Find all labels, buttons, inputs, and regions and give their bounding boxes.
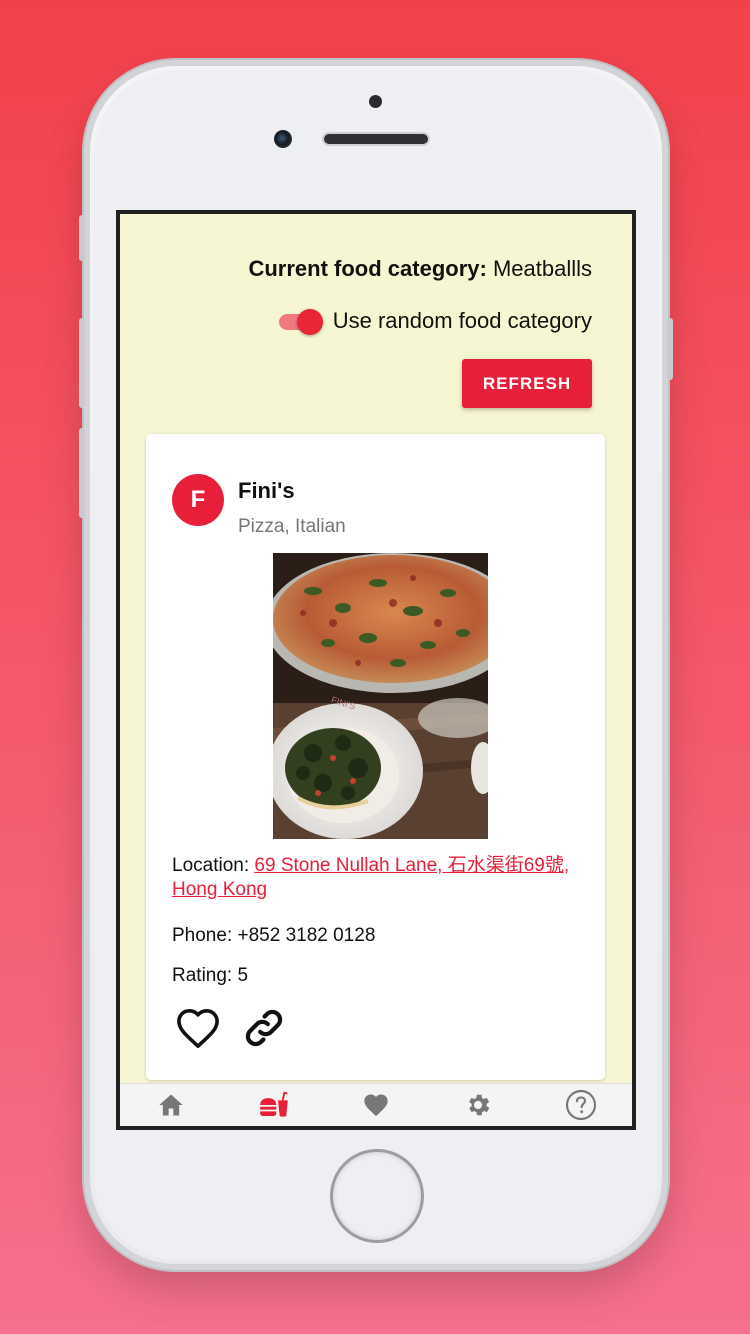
volume-down-button <box>79 428 85 518</box>
power-button <box>667 318 673 380</box>
restaurant-card: F Fini's Pizza, Italian FINI'S Location:… <box>146 434 605 1080</box>
random-category-row: Use random food category <box>278 308 592 335</box>
phone-line: Phone: +852 3182 0128 <box>172 925 376 946</box>
category-value: Meatballls <box>492 256 592 281</box>
refresh-button[interactable]: REFRESH <box>462 359 592 408</box>
front-camera <box>274 130 292 148</box>
website-link-button[interactable] <box>240 1004 288 1052</box>
location-label: Location: <box>172 855 250 876</box>
random-category-label: Use random food category <box>332 308 592 333</box>
help-icon <box>565 1089 596 1121</box>
restaurant-photo: FINI'S <box>273 553 488 839</box>
rating-line: Rating: 5 <box>172 965 249 986</box>
food-photo-image: FINI'S <box>273 553 488 839</box>
app-view: Current food category: Meatballls Use ra… <box>120 214 632 1126</box>
link-icon <box>245 1009 283 1047</box>
heart-icon <box>364 1094 388 1117</box>
nav-home[interactable] <box>151 1088 191 1122</box>
home-button[interactable] <box>330 1149 424 1243</box>
restaurant-name: Fini's <box>238 478 295 503</box>
favorite-button[interactable] <box>174 1004 222 1052</box>
proximity-sensor <box>369 95 382 108</box>
heart-outline-icon <box>177 1009 219 1048</box>
restaurant-categories: Pizza, Italian <box>238 516 346 537</box>
volume-up-button <box>79 318 85 408</box>
random-category-toggle[interactable] <box>278 309 323 335</box>
avatar: F <box>172 474 224 526</box>
bottom-navigation <box>120 1083 632 1126</box>
earpiece-speaker <box>324 134 428 144</box>
nav-favorites[interactable] <box>356 1088 396 1122</box>
nav-food[interactable] <box>254 1088 294 1122</box>
nav-help[interactable] <box>561 1088 601 1122</box>
food-icon <box>259 1091 288 1117</box>
toggle-knob <box>296 309 323 335</box>
category-label: Current food category: <box>248 256 487 281</box>
location-line: Location: 69 Stone Nullah Lane, 石水渠街69號,… <box>172 854 592 902</box>
home-icon <box>159 1094 183 1116</box>
nav-settings[interactable] <box>458 1088 498 1122</box>
gear-icon <box>469 1094 490 1116</box>
phone-screen: Current food category: Meatballls Use ra… <box>116 210 636 1130</box>
current-category: Current food category: Meatballls <box>248 256 592 282</box>
mute-switch <box>79 215 85 261</box>
